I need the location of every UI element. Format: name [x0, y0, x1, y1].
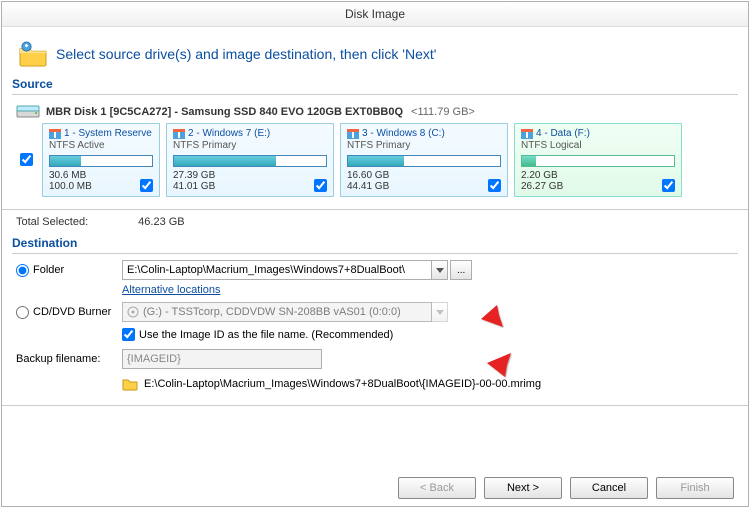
total-selected-value: 46.23 GB	[138, 216, 184, 228]
folder-icon	[122, 377, 138, 391]
usage-bar	[49, 155, 153, 167]
banner: Select source drive(s) and image destina…	[12, 33, 738, 77]
burner-dropdown-button[interactable]	[432, 302, 448, 322]
partition-card[interactable]: 4 - Data (F:)NTFS Logical 2.20 GB26.27 GB	[514, 123, 682, 197]
folder-wizard-icon	[18, 41, 48, 67]
back-button: < Back	[398, 477, 476, 499]
partition-total: 26.27 GB	[521, 181, 563, 192]
partition-icon	[49, 129, 61, 139]
partition-title: 3 - Windows 8 (C:)	[362, 128, 445, 139]
partition-title: 2 - Windows 7 (E:)	[188, 128, 270, 139]
use-image-id-checkbox-label[interactable]: Use the Image ID as the file name. (Reco…	[122, 328, 738, 341]
partition-icon	[173, 129, 185, 139]
partition-icon	[521, 129, 533, 139]
alternative-locations-link[interactable]: Alternative locations	[122, 284, 738, 296]
partition-icon	[347, 129, 359, 139]
backup-filename-input	[122, 349, 322, 369]
finish-button: Finish	[656, 477, 734, 499]
next-button[interactable]: Next >	[484, 477, 562, 499]
folder-radio-label[interactable]: Folder	[12, 264, 122, 277]
use-image-id-checkbox[interactable]	[122, 328, 135, 341]
cancel-button[interactable]: Cancel	[570, 477, 648, 499]
disc-icon	[127, 306, 139, 318]
folder-browse-button[interactable]: ...	[450, 260, 472, 280]
partition-card[interactable]: 1 - System ReserveNTFS Active 30.6 MB100.…	[42, 123, 160, 197]
partition-card[interactable]: 3 - Windows 8 (C:)NTFS Primary 16.60 GB44…	[340, 123, 508, 197]
partition-title: 4 - Data (F:)	[536, 128, 590, 139]
disk-size: <111.79 GB>	[411, 106, 475, 118]
partition-checkbox[interactable]	[314, 179, 327, 192]
chevron-down-icon	[436, 268, 444, 273]
window-title: Disk Image	[2, 2, 748, 27]
partition-used: 30.6 MB	[49, 170, 92, 181]
disk-icon	[16, 105, 40, 119]
partition-used: 27.39 GB	[173, 170, 215, 181]
partition-fs: NTFS Primary	[173, 140, 327, 151]
partition-fs: NTFS Logical	[521, 140, 675, 151]
chevron-down-icon	[436, 310, 444, 315]
burner-radio-label[interactable]: CD/DVD Burner	[12, 306, 122, 319]
disk-label: MBR Disk 1 [9C5CA272] - Samsung SSD 840 …	[46, 106, 403, 118]
partition-card[interactable]: 2 - Windows 7 (E:)NTFS Primary 27.39 GB41…	[166, 123, 334, 197]
partition-fs: NTFS Active	[49, 140, 153, 151]
partition-checkbox[interactable]	[140, 179, 153, 192]
folder-path-input[interactable]	[122, 260, 432, 280]
partition-total: 44.41 GB	[347, 181, 389, 192]
partition-used: 2.20 GB	[521, 170, 563, 181]
partition-total: 100.0 MB	[49, 181, 92, 192]
partition-total: 41.01 GB	[173, 181, 215, 192]
burner-value: (G:) - TSSTcorp, CDDVDW SN-208BB vAS01 (…	[143, 306, 401, 318]
partition-used: 16.60 GB	[347, 170, 389, 181]
partition-checkbox[interactable]	[662, 179, 675, 192]
partition-fs: NTFS Primary	[347, 140, 501, 151]
burner-radio[interactable]	[16, 306, 29, 319]
total-selected-label: Total Selected:	[16, 216, 88, 228]
usage-bar	[347, 155, 501, 167]
usage-bar	[521, 155, 675, 167]
banner-text: Select source drive(s) and image destina…	[56, 46, 436, 62]
partition-title: 1 - System Reserve	[64, 128, 152, 139]
usage-bar	[173, 155, 327, 167]
folder-dropdown-button[interactable]	[432, 260, 448, 280]
full-backup-path: E:\Colin-Laptop\Macrium_Images\Windows7+…	[144, 378, 541, 390]
source-box: MBR Disk 1 [9C5CA272] - Samsung SSD 840 …	[12, 101, 738, 201]
folder-radio[interactable]	[16, 264, 29, 277]
divider	[2, 405, 748, 406]
destination-label: Destination	[12, 236, 738, 254]
partition-checkbox[interactable]	[488, 179, 501, 192]
filename-label: Backup filename:	[12, 353, 122, 365]
select-disk-checkbox[interactable]	[20, 153, 33, 166]
source-label: Source	[12, 77, 738, 95]
